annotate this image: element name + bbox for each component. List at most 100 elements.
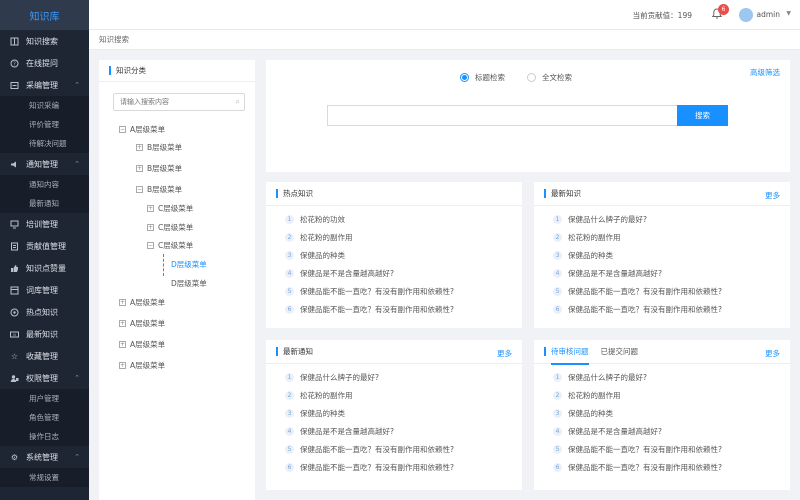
tree-node-label: B层级菜单 <box>147 142 183 152</box>
list-item[interactable]: 6 保健品能不能一直吃？有没有副作用和依赖性? <box>553 458 790 476</box>
sidebar-item-permissions[interactable]: 权限管理 ⌃ <box>0 367 89 389</box>
sidebar-item-likes[interactable]: 知识点赞量 <box>0 257 89 279</box>
expand-icon[interactable]: + <box>119 298 126 306</box>
search-input[interactable] <box>327 105 677 126</box>
tree-node[interactable]: + A层级菜单 <box>119 296 165 308</box>
list-item[interactable]: 2 松花粉的副作用 <box>285 228 522 246</box>
list-item[interactable]: 5 保健品能不能一直吃？有没有副作用和依赖性? <box>553 282 790 300</box>
sidebar-subitem[interactable]: 待解决问题 <box>0 134 89 153</box>
tab-submitted-questions[interactable]: 已提交问题 <box>601 340 639 364</box>
tree-node[interactable]: D层级菜单 <box>171 277 207 289</box>
sidebar-item-label: 知识搜索 <box>26 36 58 46</box>
avatar[interactable] <box>739 8 753 22</box>
collapse-icon[interactable]: − <box>119 125 126 133</box>
sidebar-subitem[interactable]: 通知内容 <box>0 175 89 194</box>
sidebar-subitem[interactable]: 评价管理 <box>0 115 89 134</box>
sidebar-item-system[interactable]: ⚙ 系统管理 ⌃ <box>0 446 89 468</box>
sidebar-item-favorites[interactable]: ☆ 收藏管理 <box>0 345 89 367</box>
breadcrumb-item[interactable]: 知识搜索 <box>99 34 129 45</box>
sidebar-item-contribution[interactable]: 贡献值管理 <box>0 235 89 257</box>
search-icon[interactable]: ⌕ <box>236 97 240 107</box>
tree-node[interactable]: + A层级菜单 <box>119 338 165 350</box>
expand-icon[interactable]: + <box>119 319 126 327</box>
sidebar-item-label: 系统管理 <box>26 452 58 462</box>
tree-node-label: B层级菜单 <box>147 184 183 194</box>
tree-node-active[interactable]: D层级菜单 <box>171 258 207 270</box>
tree-node[interactable]: − A层级菜单 <box>119 123 165 135</box>
card-header: 最新通知 更多 <box>266 340 522 364</box>
expand-icon[interactable]: + <box>147 204 154 212</box>
list-item[interactable]: 1 保健品什么牌子的最好? <box>285 368 522 386</box>
list-item[interactable]: 3 保健品的种类 <box>553 404 790 422</box>
tree-node[interactable]: + A层级菜单 <box>119 359 165 371</box>
tree-node[interactable]: + B层级菜单 <box>136 162 182 174</box>
tree-node[interactable]: + C层级菜单 <box>147 221 193 233</box>
list-item[interactable]: 4 保健品是不是含量越高越好? <box>285 264 522 282</box>
list-item[interactable]: 4 保健品是不是含量越高越好? <box>553 422 790 440</box>
expand-icon[interactable]: + <box>147 223 154 231</box>
tree-node[interactable]: + C层级菜单 <box>147 202 193 214</box>
category-search-input[interactable] <box>114 94 224 110</box>
expand-icon[interactable]: + <box>119 361 126 369</box>
collapse-icon[interactable]: − <box>147 241 154 249</box>
tree-node-label: C层级菜单 <box>158 222 194 232</box>
expand-icon[interactable]: + <box>119 340 126 348</box>
list-item[interactable]: 6 保健品能不能一直吃？有没有副作用和依赖性? <box>553 300 790 318</box>
list-item[interactable]: 5 保健品能不能一直吃？有没有副作用和依赖性? <box>285 282 522 300</box>
tree-node[interactable]: − B层级菜单 <box>136 183 182 195</box>
more-link[interactable]: 更多 <box>765 190 780 201</box>
sidebar-item-training[interactable]: 培训管理 <box>0 213 89 235</box>
list-item[interactable]: 2 松花粉的副作用 <box>285 386 522 404</box>
sidebar-item-notices[interactable]: 通知管理 ⌃ <box>0 153 89 175</box>
tree-node-label: D层级菜单 <box>171 278 207 288</box>
sidebar-subitem[interactable]: 用户管理 <box>0 389 89 408</box>
tree-node[interactable]: − C层级菜单 <box>147 239 193 251</box>
tree-node-label: A层级菜单 <box>130 124 166 134</box>
sidebar-subitem[interactable]: 常规设置 <box>0 468 89 487</box>
sidebar-item-new[interactable]: N 最新知识 <box>0 323 89 345</box>
list-item[interactable]: 1 松花粉的功效 <box>285 210 522 228</box>
tree-node[interactable]: + B层级菜单 <box>136 141 182 153</box>
radio-checked-icon[interactable] <box>460 73 469 82</box>
sidebar-item-ask-online[interactable]: ? 在线提问 <box>0 52 89 74</box>
radio-title-search[interactable]: 标题检索 <box>460 72 505 83</box>
list-item[interactable]: 3 保健品的种类 <box>285 246 522 264</box>
radio-unchecked-icon[interactable] <box>527 73 536 82</box>
list-item[interactable]: 1 保健品什么牌子的最好? <box>553 210 790 228</box>
expand-icon[interactable]: + <box>136 164 143 172</box>
username[interactable]: admin <box>757 10 781 19</box>
list-item[interactable]: 6 保健品能不能一直吃？有没有副作用和依赖性? <box>285 300 522 318</box>
sidebar-submenu-system: 常规设置 <box>0 468 89 487</box>
list-item[interactable]: 4 保健品是不是含量越高越好? <box>553 264 790 282</box>
more-link[interactable]: 更多 <box>497 348 512 359</box>
sidebar-item-label: 培训管理 <box>26 219 58 229</box>
search-button[interactable]: 搜索 <box>677 105 728 126</box>
list-item[interactable]: 2 松花粉的副作用 <box>553 386 790 404</box>
sidebar-item-knowledge-search[interactable]: 知识搜索 <box>0 30 89 52</box>
collapse-icon[interactable]: − <box>136 185 143 193</box>
radio-fulltext-search[interactable]: 全文检索 <box>527 72 572 83</box>
list-item[interactable]: 3 保健品的种类 <box>285 404 522 422</box>
sidebar-subitem[interactable]: 知识采编 <box>0 96 89 115</box>
sidebar-item-hot[interactable]: 热点知识 <box>0 301 89 323</box>
more-link[interactable]: 更多 <box>765 348 780 359</box>
chevron-down-icon[interactable]: ▼ <box>786 10 791 17</box>
sidebar-subitem[interactable]: 操作日志 <box>0 427 89 446</box>
tree-node[interactable]: + A层级菜单 <box>119 317 165 329</box>
sidebar-subitem[interactable]: 最新通知 <box>0 194 89 213</box>
list-item[interactable]: 5 保健品能不能一直吃？有没有副作用和依赖性? <box>553 440 790 458</box>
expand-icon[interactable]: + <box>136 143 143 151</box>
sidebar-item-editing[interactable]: 采编管理 ⌃ <box>0 74 89 96</box>
list-item[interactable]: 5 保健品能不能一直吃？有没有副作用和依赖性? <box>285 440 522 458</box>
title-accent-bar <box>544 189 546 198</box>
list-item[interactable]: 2 松花粉的副作用 <box>553 228 790 246</box>
list-item[interactable]: 3 保健品的种类 <box>553 246 790 264</box>
sidebar-subitem[interactable]: 角色管理 <box>0 408 89 427</box>
list-item[interactable]: 6 保健品能不能一直吃？有没有副作用和依赖性? <box>285 458 522 476</box>
tab-pending-questions[interactable]: 待审核问题 <box>551 340 589 365</box>
advanced-filter-link[interactable]: 高级筛选 <box>750 67 780 78</box>
sidebar-item-dictionary[interactable]: 词库管理 <box>0 279 89 301</box>
hot-icon <box>10 308 19 317</box>
list-item[interactable]: 1 保健品什么牌子的最好? <box>553 368 790 386</box>
list-item[interactable]: 4 保健品是不是含量越高越好? <box>285 422 522 440</box>
